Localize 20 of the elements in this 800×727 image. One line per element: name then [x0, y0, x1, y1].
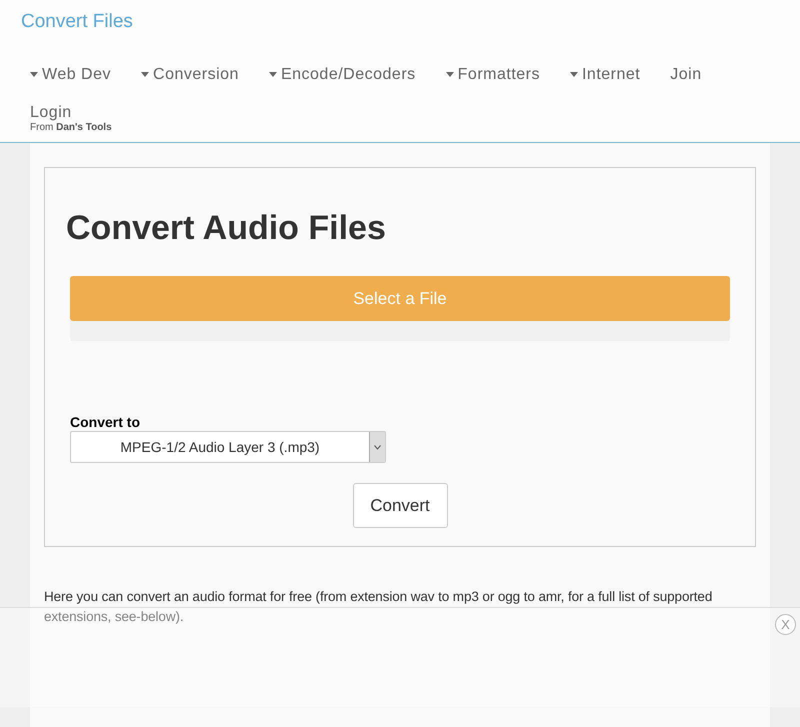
nav-menu-item[interactable]: Formatters — [446, 62, 540, 86]
nav-menu-item[interactable]: Join — [670, 62, 702, 86]
caret-down-icon — [570, 72, 578, 77]
nav-menu-item[interactable]: Internet — [570, 62, 640, 86]
nav-menu-item[interactable]: Encode/Decoders — [268, 62, 416, 86]
convert-to-label: Convert to — [70, 413, 140, 431]
nav-menu-item[interactable]: Web Dev — [30, 62, 112, 86]
login-subtitle: From Dan's Tools — [30, 122, 112, 134]
caret-down-icon — [141, 72, 150, 77]
close-button[interactable]: X — [775, 614, 796, 635]
login-link[interactable]: Login — [30, 104, 72, 122]
caret-down-icon — [268, 72, 277, 77]
caret-down-icon — [446, 72, 454, 77]
format-select[interactable]: MPEG-1/2 Audio Layer 3 (.mp3) — [70, 431, 386, 463]
convert-button[interactable]: Convert — [352, 483, 448, 528]
caret-down-icon — [30, 72, 38, 77]
chevron-down-icon — [374, 444, 381, 450]
page-heading: Convert Audio Files — [66, 208, 386, 248]
description-text: Here you can convert an audio format for free (from extension wav to mp3 or ogg to amr, for a full list of supported extensions, see-below). — [44, 588, 714, 626]
nav-menu-item[interactable]: Conversion — [141, 62, 239, 86]
